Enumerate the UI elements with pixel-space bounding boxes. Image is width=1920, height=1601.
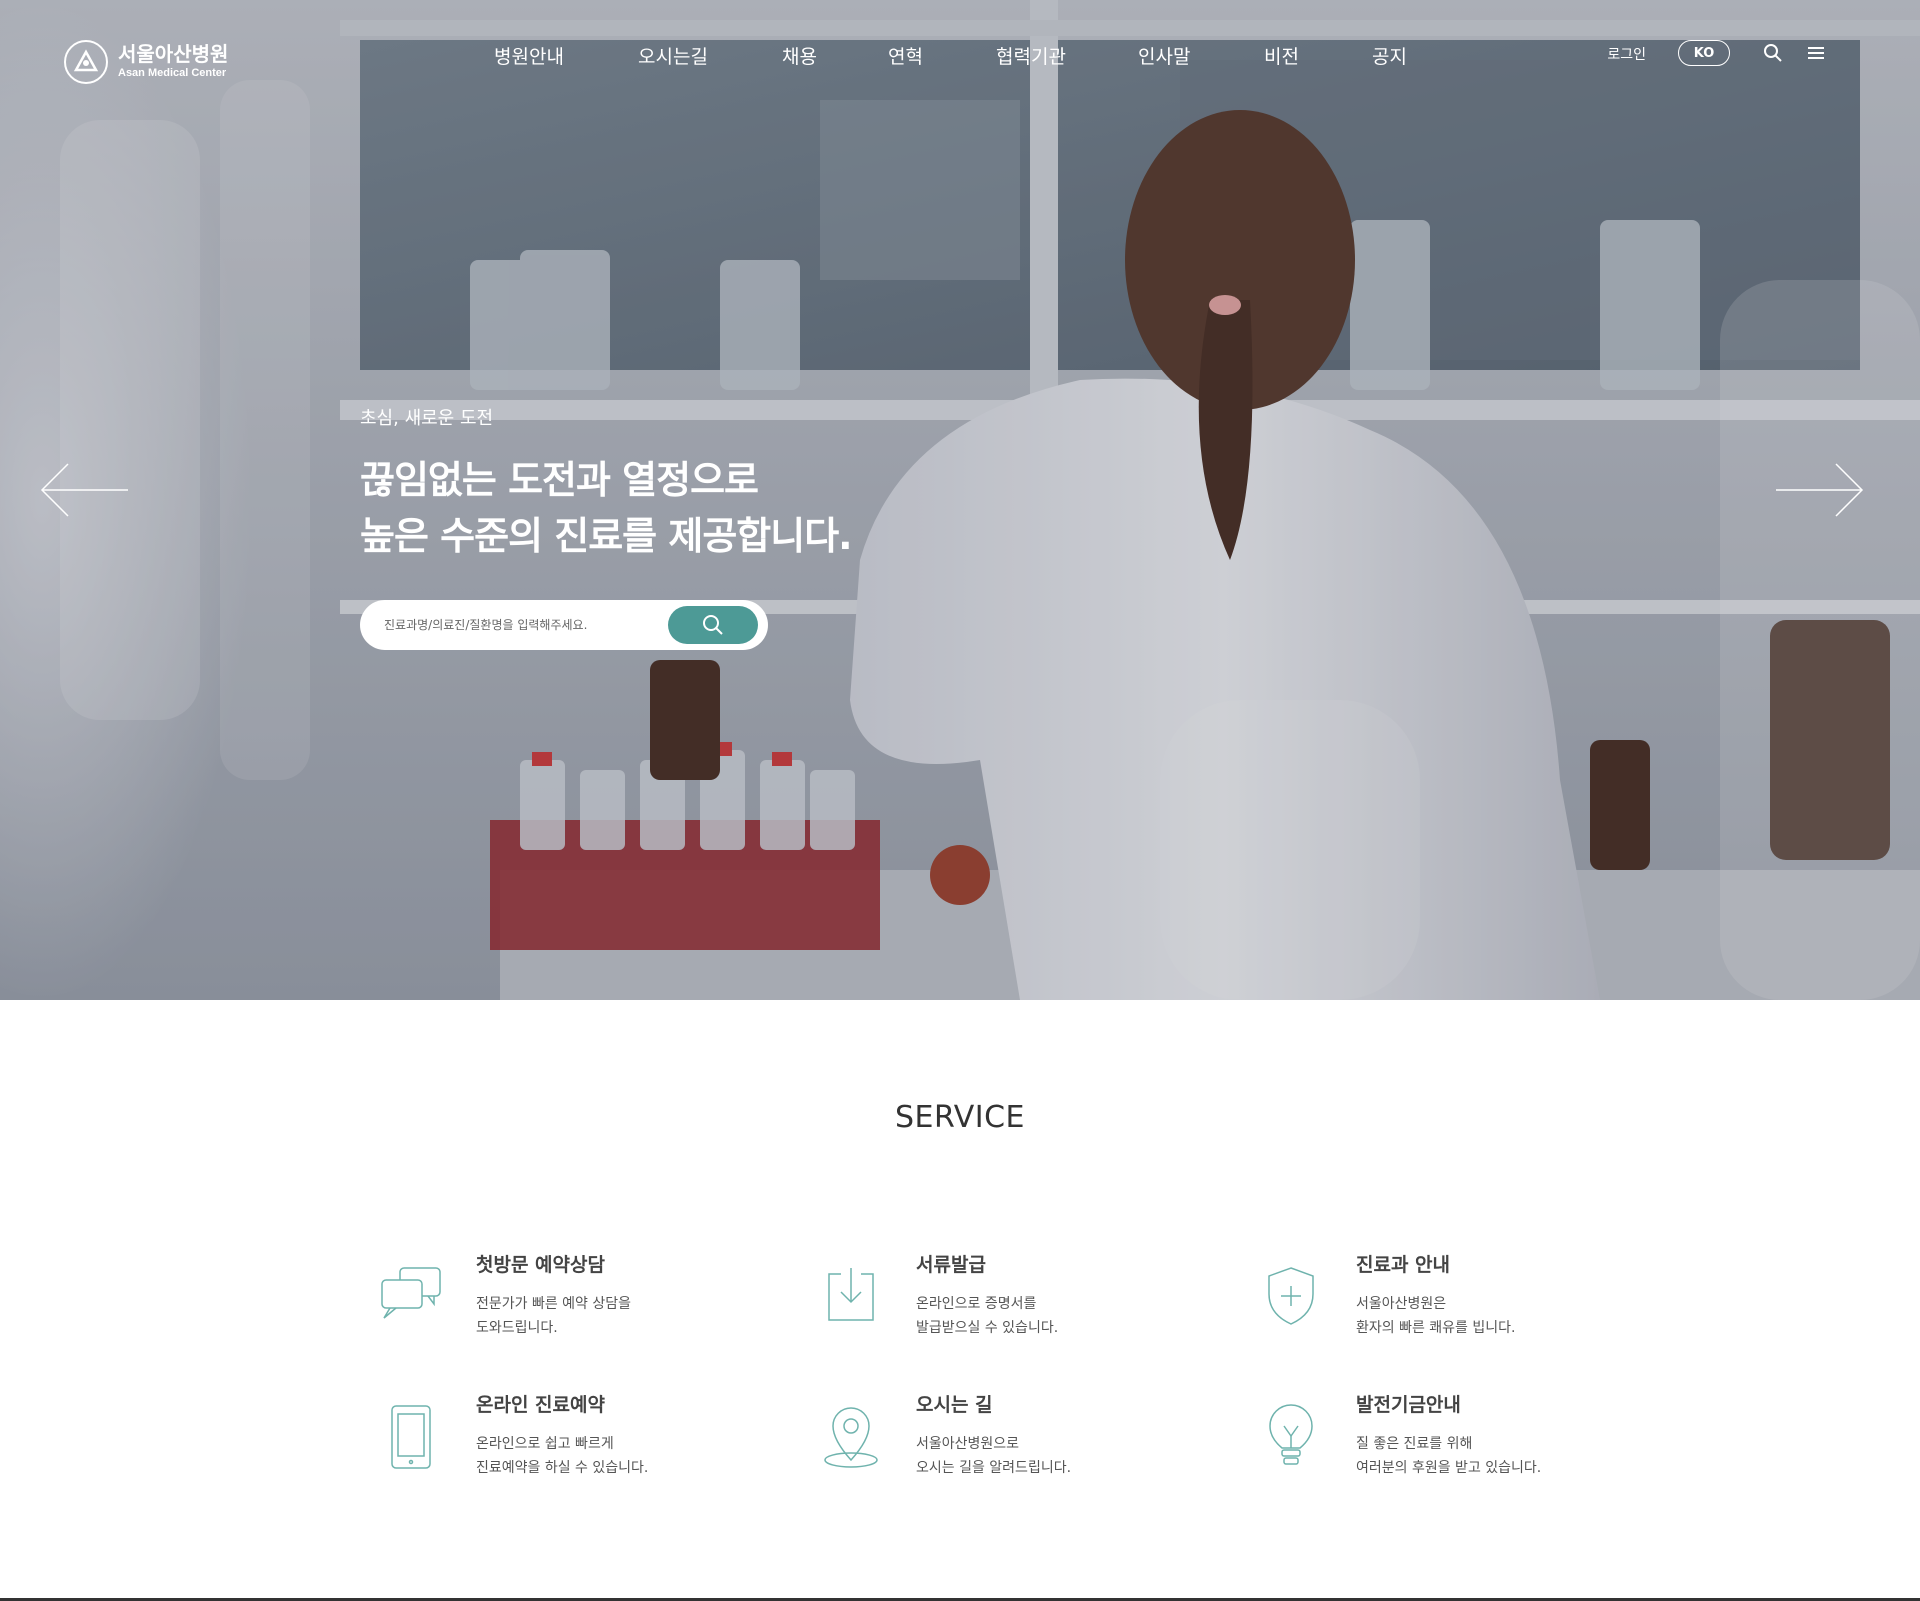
- arrow-left-icon: [40, 463, 128, 517]
- nav-item-vision[interactable]: 비전: [1264, 42, 1299, 69]
- nav-item-history[interactable]: 연혁: [888, 42, 923, 69]
- nav-item-partners[interactable]: 협력기관: [996, 42, 1066, 69]
- login-link[interactable]: 로그인: [1607, 44, 1646, 64]
- service-desc-line: 서울아산병원으로: [916, 1436, 1020, 1452]
- arrow-right-icon: [1776, 463, 1864, 517]
- service-desc-line: 질 좋은 진료를 위해: [1356, 1436, 1473, 1452]
- service-description: 온라인으로 쉽고 빠르게 진료예약을 하실 수 있습니다.: [476, 1432, 648, 1480]
- nav-item-careers[interactable]: 채용: [782, 42, 817, 69]
- site-header: 서울아산병원 Asan Medical Center 병원안내 오시는길 채용 …: [0, 0, 1920, 110]
- search-icon[interactable]: [1762, 42, 1784, 64]
- service-desc-line: 온라인으로 쉽고 빠르게: [476, 1436, 614, 1452]
- service-description: 질 좋은 진료를 위해 여러분의 후원을 받고 있습니다.: [1356, 1432, 1541, 1480]
- service-desc-line: 발급받으실 수 있습니다.: [916, 1320, 1059, 1336]
- service-desc-line: 여러분의 후원을 받고 있습니다.: [1356, 1460, 1542, 1476]
- service-title: 발전기금안내: [1356, 1394, 1461, 1416]
- service-title: 서류발급: [916, 1254, 986, 1276]
- hero-title-line-1: 끊임없는 도전과 열정으로: [360, 458, 759, 502]
- nav-item-greeting[interactable]: 인사말: [1138, 42, 1190, 69]
- hero-overlay: [0, 0, 1920, 1000]
- service-desc-line: 환자의 빠른 쾌유를 빕니다.: [1356, 1320, 1516, 1336]
- service-heading: SERVICE: [895, 1100, 1025, 1135]
- service-item-fund[interactable]: 발전기금안내 질 좋은 진료를 위해 여러분의 후원을 받고 있습니다.: [1258, 1390, 1638, 1500]
- service-item-online-booking[interactable]: 온라인 진료예약 온라인으로 쉽고 빠르게 진료예약을 하실 수 있습니다.: [378, 1390, 758, 1500]
- hero-section: 서울아산병원 Asan Medical Center 병원안내 오시는길 채용 …: [0, 0, 1920, 1000]
- service-desc-line: 전문가가 빠른 예약 상담을: [476, 1296, 632, 1312]
- service-description: 전문가가 빠른 예약 상담을 도와드립니다.: [476, 1292, 631, 1340]
- service-title: 온라인 진료예약: [476, 1394, 605, 1416]
- hero-search-button[interactable]: [668, 606, 758, 644]
- menu-icon[interactable]: [1806, 42, 1828, 64]
- service-item-documents[interactable]: 서류발급 온라인으로 증명서를 발급받으실 수 있습니다.: [818, 1250, 1198, 1360]
- hero-title-line-2: 높은 수준의 진료를 제공합니다.: [360, 514, 853, 558]
- hero-search-input[interactable]: [382, 617, 672, 633]
- service-desc-line: 도와드립니다.: [476, 1320, 558, 1336]
- location-pin-icon: [818, 1404, 884, 1470]
- slider-next-arrow[interactable]: [1774, 460, 1864, 520]
- hero-subtitle: 초심, 새로운 도전: [360, 408, 494, 429]
- service-desc-line: 오시는 길을 알려드립니다.: [916, 1460, 1072, 1476]
- service-title: 오시는 길: [916, 1394, 993, 1416]
- service-item-departments[interactable]: 진료과 안내 서울아산병원은 환자의 빠른 쾌유를 빕니다.: [1258, 1250, 1638, 1360]
- hero-title: 끊임없는 도전과 열정으로 높은 수준의 진료를 제공합니다.: [360, 452, 853, 564]
- service-description: 온라인으로 증명서를 발급받으실 수 있습니다.: [916, 1292, 1058, 1340]
- service-desc-line: 서울아산병원은: [1356, 1296, 1447, 1312]
- service-item-directions[interactable]: 오시는 길 서울아산병원으로 오시는 길을 알려드립니다.: [818, 1390, 1198, 1500]
- tablet-icon: [378, 1404, 444, 1470]
- service-description: 서울아산병원은 환자의 빠른 쾌유를 빕니다.: [1356, 1292, 1515, 1340]
- slider-prev-arrow[interactable]: [40, 460, 130, 520]
- service-desc-line: 온라인으로 증명서를: [916, 1296, 1037, 1312]
- service-desc-line: 진료예약을 하실 수 있습니다.: [476, 1460, 649, 1476]
- lightbulb-icon: [1258, 1404, 1324, 1470]
- hero-search-box: [360, 600, 768, 650]
- chat-bubbles-icon: [378, 1264, 444, 1330]
- service-item-first-visit[interactable]: 첫방문 예약상담 전문가가 빠른 예약 상담을 도와드립니다.: [378, 1250, 758, 1360]
- download-document-icon: [818, 1264, 884, 1330]
- nav-item-directions[interactable]: 오시는길: [638, 42, 708, 69]
- search-icon: [703, 615, 723, 635]
- nav-item-hospital-info[interactable]: 병원안내: [494, 42, 564, 69]
- service-title: 진료과 안내: [1356, 1254, 1451, 1276]
- service-title: 첫방문 예약상담: [476, 1254, 605, 1276]
- nav-item-notice[interactable]: 공지: [1372, 42, 1407, 69]
- shield-cross-icon: [1258, 1264, 1324, 1330]
- language-select[interactable]: KO: [1678, 40, 1730, 66]
- service-description: 서울아산병원으로 오시는 길을 알려드립니다.: [916, 1432, 1071, 1480]
